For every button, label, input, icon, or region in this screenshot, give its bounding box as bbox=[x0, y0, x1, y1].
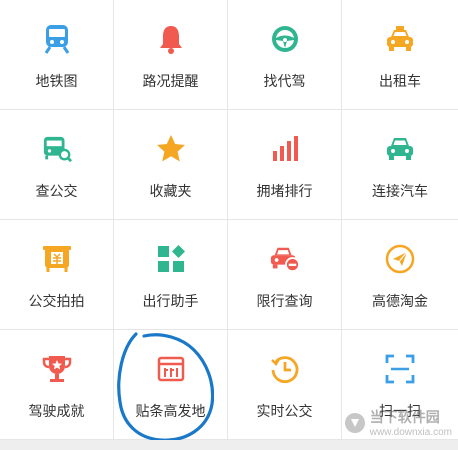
grid-item-bus-snapshot[interactable]: 公交拍拍 bbox=[0, 220, 114, 330]
taxi-icon bbox=[385, 24, 415, 54]
grid-item-label: 高德淘金 bbox=[372, 293, 428, 309]
feature-grid: 地铁图 路况提醒 找代驾 出租车 查公交 收藏夹 拥堵排行 连接汽车 公交拍拍 … bbox=[0, 0, 458, 440]
grid-item-label: 拥堵排行 bbox=[256, 183, 313, 199]
bottom-bar bbox=[0, 440, 458, 450]
paper-plane-icon bbox=[385, 244, 415, 274]
steering-wheel-icon bbox=[270, 24, 300, 54]
watermark-url: www.downxia.com bbox=[369, 427, 452, 438]
grid-item-bus-search[interactable]: 查公交 bbox=[0, 110, 114, 220]
grid-item-label: 收藏夹 bbox=[149, 183, 192, 199]
trophy-icon bbox=[42, 354, 72, 384]
grid-item-label: 路况提醒 bbox=[142, 73, 199, 89]
watermark: 当下软件园 www.downxia.com bbox=[344, 407, 452, 438]
grid-item-designated-driver[interactable]: 找代驾 bbox=[228, 0, 342, 110]
grid-item-favorites[interactable]: 收藏夹 bbox=[114, 110, 228, 220]
grid-item-connect-car[interactable]: 连接汽车 bbox=[342, 110, 458, 220]
circle-annotation bbox=[117, 332, 214, 442]
star-icon bbox=[156, 134, 186, 164]
grid-item-congestion-ranking[interactable]: 拥堵排行 bbox=[228, 110, 342, 220]
grid-item-label: 限行查询 bbox=[256, 293, 313, 309]
grid-item-label: 查公交 bbox=[35, 183, 78, 199]
grid-item-label: 找代驾 bbox=[263, 73, 306, 89]
clock-icon bbox=[270, 354, 300, 384]
watermark-logo-icon bbox=[344, 412, 365, 433]
grid-item-label: 连接汽车 bbox=[372, 183, 428, 199]
subway-icon bbox=[42, 24, 72, 54]
bell-icon bbox=[156, 24, 186, 54]
grid-item-subway[interactable]: 地铁图 bbox=[0, 0, 114, 110]
grid-item-travel-assistant[interactable]: 出行助手 bbox=[114, 220, 228, 330]
grid-item-gaode-gold[interactable]: 高德淘金 bbox=[342, 220, 458, 330]
grid-item-label: 驾驶成就 bbox=[28, 403, 85, 419]
car-icon bbox=[385, 134, 415, 164]
grid-item-label: 出行助手 bbox=[142, 293, 199, 309]
grid-item-label: 公交拍拍 bbox=[28, 293, 85, 309]
scan-icon bbox=[385, 354, 415, 384]
apps-icon bbox=[156, 244, 186, 274]
grid-item-label: 出租车 bbox=[379, 73, 421, 89]
grid-item-realtime-bus[interactable]: 实时公交 bbox=[228, 330, 342, 440]
bus-search-icon bbox=[42, 134, 72, 164]
grid-item-label: 实时公交 bbox=[256, 403, 313, 419]
grid-item-restriction-query[interactable]: 限行查询 bbox=[228, 220, 342, 330]
grid-item-taxi[interactable]: 出租车 bbox=[342, 0, 458, 110]
bar-chart-icon bbox=[270, 134, 300, 164]
grid-item-driving-achievement[interactable]: 驾驶成就 bbox=[0, 330, 114, 440]
grid-item-label: 地铁图 bbox=[35, 73, 78, 89]
bus-ticket-icon bbox=[42, 244, 72, 274]
watermark-cn: 当下软件园 bbox=[369, 409, 440, 425]
grid-item-traffic-alert[interactable]: 路况提醒 bbox=[114, 0, 228, 110]
car-restrict-icon bbox=[270, 244, 300, 274]
